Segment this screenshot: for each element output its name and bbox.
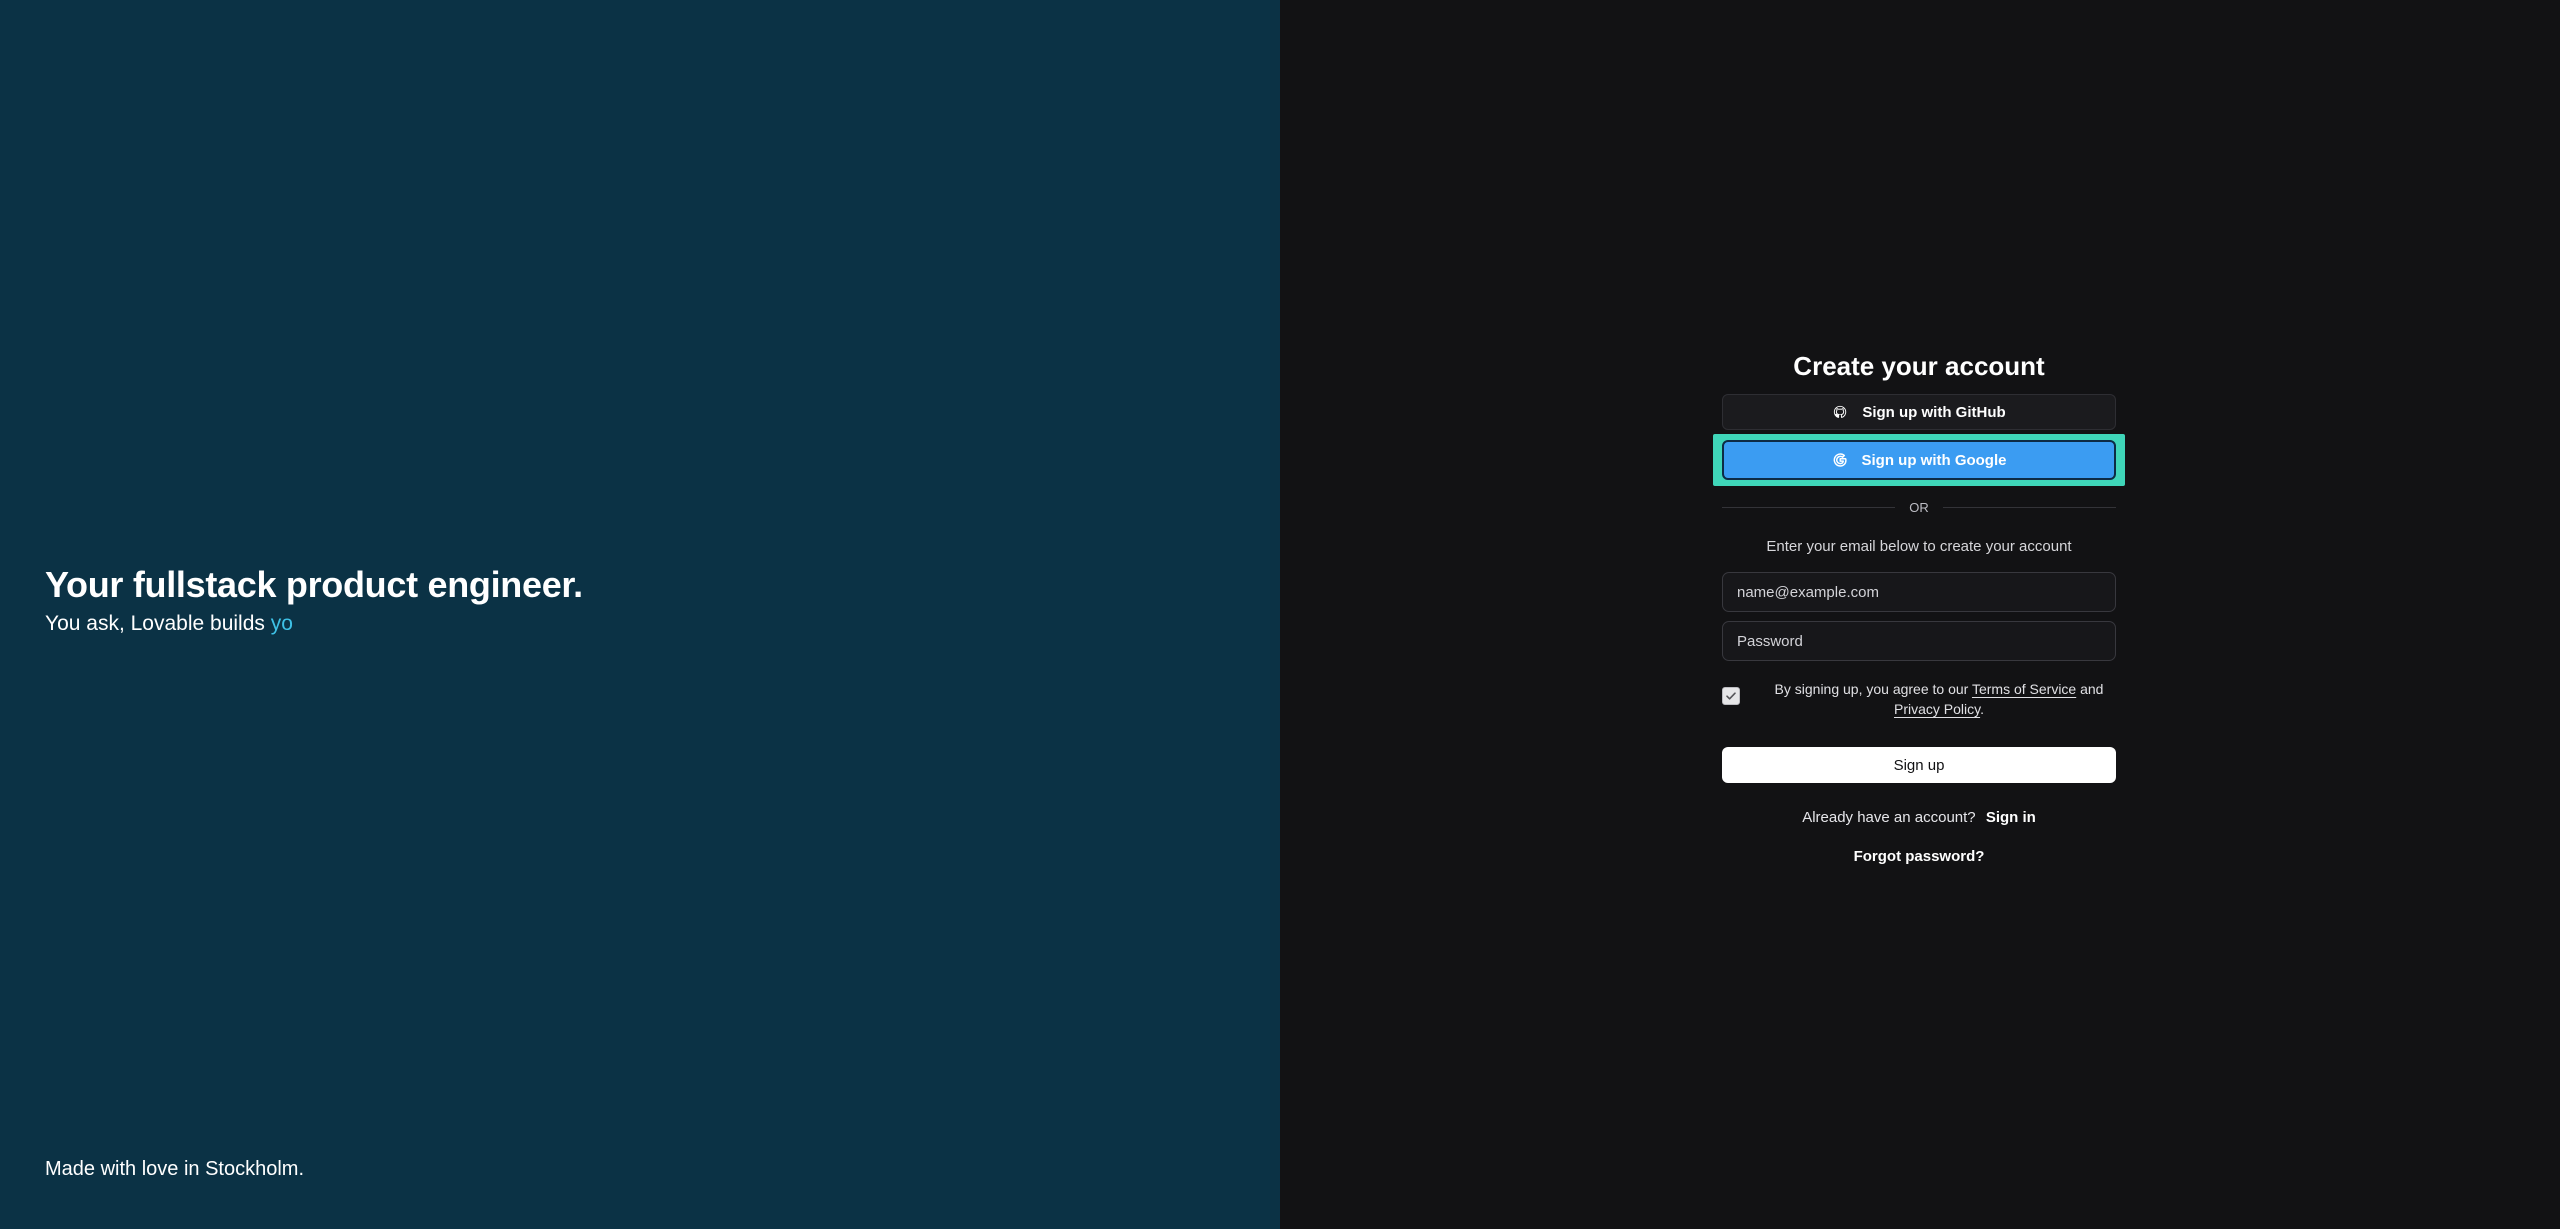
terms-prefix: By signing up, you agree to our [1774, 681, 1972, 697]
terms-checkbox[interactable] [1722, 687, 1740, 705]
google-signup-label: Sign up with Google [1861, 451, 2007, 469]
github-icon [1832, 404, 1848, 420]
password-field[interactable] [1722, 621, 2116, 661]
terms-suffix: . [1980, 701, 1984, 717]
email-field[interactable] [1722, 572, 2116, 612]
divider-line-left [1722, 507, 1896, 508]
signup-form: Create your account Sign up with GitHub [1713, 346, 2125, 865]
google-signup-button[interactable]: Sign up with Google [1722, 440, 2116, 480]
hero-typed-text: yo [270, 612, 293, 635]
check-icon [1726, 692, 1736, 700]
signup-page: Your fullstack product engineer. You ask… [0, 0, 2560, 1229]
hero-subtitle: You ask, Lovable builds yo [45, 609, 583, 639]
auth-panel: Create your account Sign up with GitHub [1280, 0, 2560, 1229]
divider-line-right [1942, 507, 2116, 508]
terms-agreement: By signing up, you agree to our Terms of… [1722, 679, 2116, 719]
forgot-password-link[interactable]: Forgot password? [1722, 848, 2116, 865]
hero-title: Your fullstack product engineer. [45, 564, 583, 605]
sign-up-button[interactable]: Sign up [1722, 747, 2116, 783]
footer-note: Made with love in Stockholm. [45, 1158, 305, 1180]
divider-label: OR [1909, 500, 1929, 515]
github-signup-label: Sign up with GitHub [1862, 403, 2006, 421]
email-instructions: Enter your email below to create your ac… [1766, 538, 2072, 555]
terms-of-service-link[interactable]: Terms of Service [1972, 681, 2076, 697]
hero-subtitle-text: You ask, Lovable builds [45, 612, 271, 635]
or-divider: OR [1722, 500, 2116, 515]
google-signup-wrap: Sign up with Google [1713, 434, 2125, 486]
signin-prompt-row: Already have an account? Sign in [1722, 809, 2116, 826]
privacy-policy-link[interactable]: Privacy Policy [1894, 701, 1980, 717]
terms-text: By signing up, you agree to our Terms of… [1762, 679, 2116, 719]
terms-and: and [2076, 681, 2104, 697]
form-title: Create your account [1793, 351, 2045, 381]
marketing-panel: Your fullstack product engineer. You ask… [0, 0, 1280, 1229]
hero: Your fullstack product engineer. You ask… [45, 561, 583, 639]
sign-in-link[interactable]: Sign in [1986, 809, 2036, 826]
google-icon [1832, 452, 1848, 468]
github-signup-button[interactable]: Sign up with GitHub [1722, 394, 2116, 430]
signin-prompt: Already have an account? [1802, 809, 1976, 826]
